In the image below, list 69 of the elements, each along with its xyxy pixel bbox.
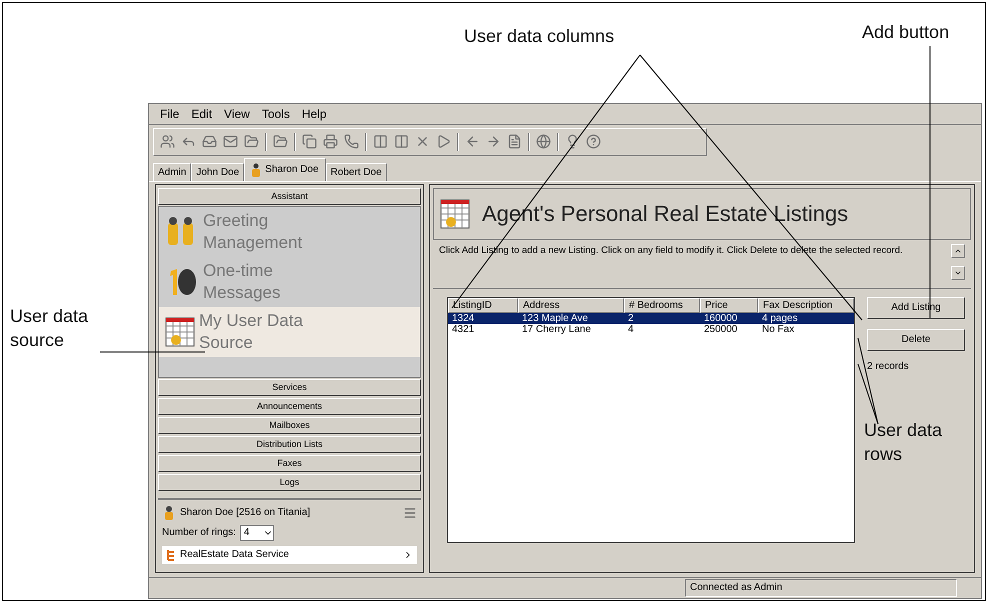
table-cell-text: 4321	[451, 324, 476, 335]
back-icon[interactable]	[465, 134, 480, 150]
inbox-icon[interactable]	[202, 134, 217, 150]
tree-icon	[166, 548, 176, 561]
section-header[interactable]: Mailboxes	[158, 416, 421, 434]
person-icon	[251, 162, 262, 177]
user-tab[interactable]: John Doe	[191, 162, 244, 181]
section-header[interactable]: Distribution Lists	[158, 436, 421, 453]
callout-label: User data columns	[464, 25, 614, 48]
assistant-item[interactable]: My User Data Source	[159, 306, 420, 357]
table-cell-text: 4	[627, 324, 635, 335]
menu-item[interactable]: Edit	[186, 107, 218, 121]
printer-icon[interactable]	[323, 134, 338, 150]
document-icon[interactable]	[507, 134, 522, 150]
callout-label: User data rows	[864, 419, 944, 466]
record-count: 2 records	[867, 360, 910, 372]
table-cell-text: 2	[627, 312, 635, 324]
table-cell-text: 1324	[451, 312, 476, 324]
help-icon[interactable]	[586, 134, 601, 150]
callout-label: User data source	[10, 305, 90, 352]
scroll-up-button[interactable]	[951, 244, 965, 258]
forward-icon[interactable]	[486, 134, 501, 150]
column-header[interactable]: # Bedrooms	[624, 298, 700, 313]
table-cell-text: 17 Cherry Lane	[521, 324, 592, 335]
section-header[interactable]: Announcements	[158, 398, 421, 415]
open-folder-icon[interactable]	[273, 134, 288, 150]
play-icon[interactable]	[436, 134, 451, 150]
split-icon[interactable]	[394, 134, 409, 150]
table-cell-text: No Fax	[761, 324, 796, 335]
folder-icon[interactable]	[244, 134, 259, 150]
column-header[interactable]: ListingID	[448, 298, 518, 313]
table-cell-text: 4 pages	[761, 312, 799, 324]
table-cell-text: 250000	[703, 324, 738, 335]
menu-item[interactable]: File	[155, 107, 184, 121]
menu-item[interactable]: Help	[296, 107, 332, 121]
columns-icon[interactable]	[373, 134, 388, 150]
column-header[interactable]: Fax Description	[758, 298, 854, 313]
person-icon	[162, 506, 176, 520]
calendar-icon	[440, 198, 470, 229]
globe-icon[interactable]	[536, 134, 551, 150]
user-tab[interactable]: Robert Doe	[326, 162, 387, 181]
section-header[interactable]: Services	[158, 378, 421, 396]
section-header[interactable]: Assistant	[158, 188, 421, 205]
lightbulb-icon[interactable]	[565, 134, 580, 150]
calendar-icon	[165, 316, 195, 347]
user-tab[interactable]: Sharon Doe	[244, 158, 326, 182]
mail-icon[interactable]	[223, 134, 238, 150]
section-header[interactable]: Logs	[158, 474, 421, 491]
people-icon[interactable]	[160, 134, 175, 150]
status-text: Connected as Admin	[685, 578, 957, 597]
rings-dropdown[interactable]: 4	[240, 524, 274, 541]
action-button[interactable]: Delete	[867, 328, 965, 351]
section-header[interactable]: Faxes	[158, 454, 421, 472]
service-item[interactable]: RealEstate Data Service	[162, 546, 417, 564]
user-tab[interactable]: Admin	[153, 162, 192, 181]
column-header[interactable]: Price	[700, 298, 758, 313]
table-cell-text: 123 Maple Ave	[521, 312, 589, 324]
menu-item[interactable]: Tools	[256, 107, 295, 121]
table-row[interactable]: 1324 123 Maple Ave 2 160000 4 pages	[448, 312, 854, 324]
table-cell-text: 160000	[703, 312, 738, 324]
list-icon[interactable]	[403, 506, 417, 520]
callout-label: Add button	[862, 21, 950, 44]
scroll-down-button[interactable]	[951, 266, 965, 280]
copy-icon[interactable]	[302, 134, 317, 150]
rings-label: Number of rings:	[162, 527, 236, 538]
phone-icon[interactable]	[344, 134, 359, 150]
user-label: Sharon Doe [2516 on Titania]	[180, 507, 310, 518]
column-header[interactable]: Address	[518, 298, 624, 313]
menu-item[interactable]: View	[219, 107, 255, 121]
